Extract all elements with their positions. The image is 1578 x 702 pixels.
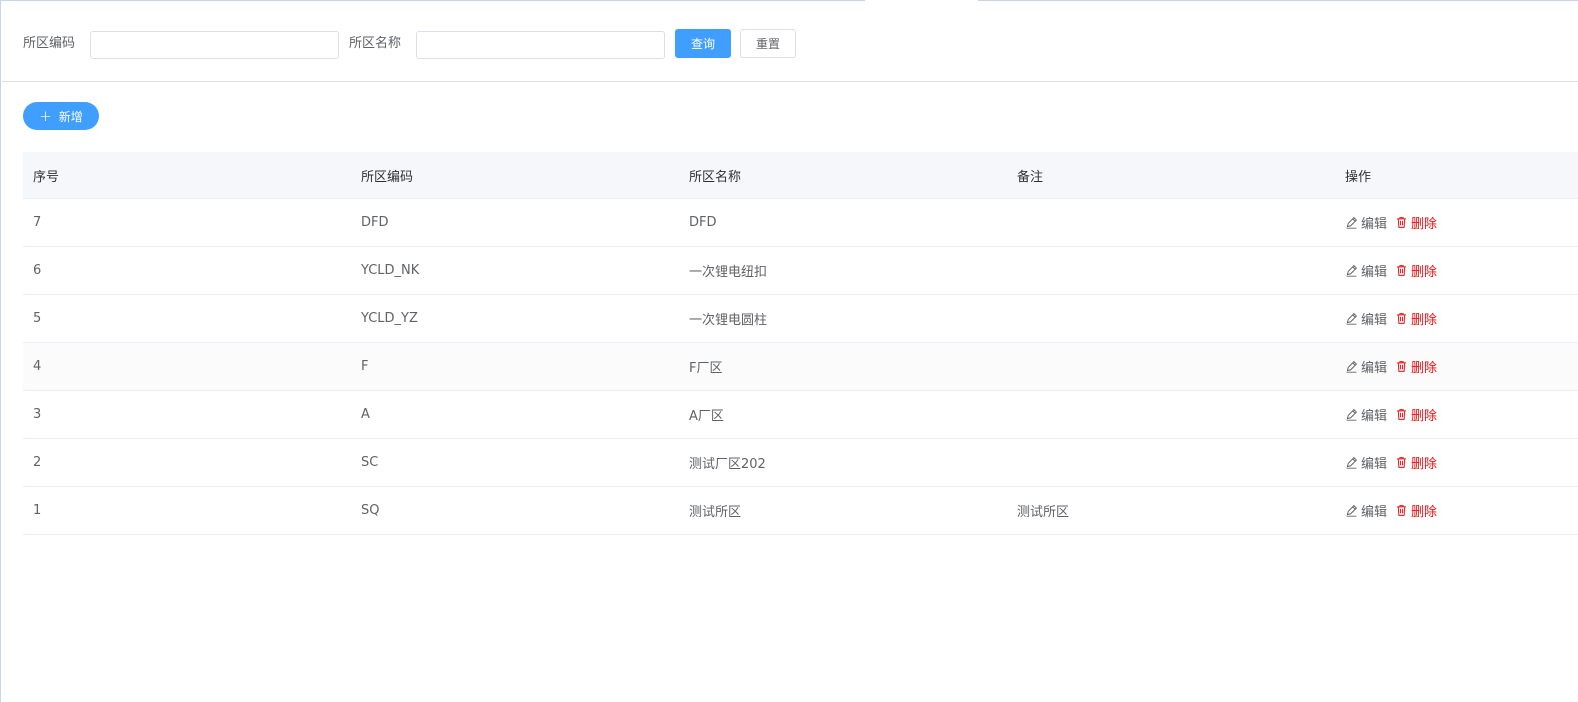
cell-actions: 编辑 删除	[1335, 309, 1578, 328]
column-header-index: 序号	[33, 169, 60, 185]
reset-button[interactable]: 重置	[740, 29, 796, 58]
column-header-code: 所区编码	[361, 169, 414, 185]
name-input[interactable]	[416, 31, 665, 59]
cell-actions: 编辑 删除	[1335, 213, 1578, 232]
cell-code: SC	[361, 455, 379, 470]
edit-label: 编辑	[1361, 313, 1388, 328]
trash-icon	[1397, 313, 1406, 324]
trash-icon	[1397, 217, 1406, 228]
code-label: 所区编码	[23, 36, 76, 51]
delete-button[interactable]: 删除	[1395, 453, 1437, 472]
search-form: 所区编码 所区名称 查询 重置	[2, 1, 1578, 82]
edit-icon	[1346, 312, 1358, 325]
edit-icon	[1346, 360, 1358, 373]
edit-button[interactable]: 编辑	[1345, 453, 1387, 472]
name-label: 所区名称	[349, 36, 402, 51]
cell-name: 一次锂电纽扣	[689, 265, 768, 280]
edit-button[interactable]: 编辑	[1345, 405, 1387, 424]
cell-code: SQ	[361, 503, 380, 518]
table-row: 6 YCLD_NK 一次锂电纽扣 编辑 删除	[23, 247, 1578, 295]
cell-name: 测试所区	[689, 505, 742, 520]
data-table: 序号 所区编码 所区名称 备注 操作 7 DFD DFD 编辑 删除 6 YCL…	[23, 152, 1578, 535]
table-row: 4 F F厂区 编辑 删除	[23, 343, 1578, 391]
edit-label: 编辑	[1361, 217, 1388, 232]
cell-code: DFD	[361, 215, 389, 230]
cell-actions: 编辑 删除	[1335, 357, 1578, 376]
plus-icon: +	[39, 106, 52, 125]
cell-code: YCLD_YZ	[361, 311, 418, 326]
edit-label: 编辑	[1361, 361, 1388, 376]
code-input[interactable]	[90, 31, 339, 59]
delete-label: 删除	[1411, 313, 1438, 328]
trash-icon	[1397, 409, 1406, 420]
table-row: 1 SQ 测试所区 测试所区 编辑 删除	[23, 487, 1578, 535]
cell-actions: 编辑 删除	[1335, 261, 1578, 280]
delete-label: 删除	[1411, 265, 1438, 280]
table-row: 2 SC 测试厂区202 编辑 删除	[23, 439, 1578, 487]
edit-button[interactable]: 编辑	[1345, 261, 1387, 280]
cell-name: 一次锂电圆柱	[689, 313, 768, 328]
edit-label: 编辑	[1361, 457, 1388, 472]
column-header-remark: 备注	[1017, 169, 1044, 185]
cell-code: A	[361, 407, 370, 422]
edit-icon	[1346, 408, 1358, 421]
cell-actions: 编辑 删除	[1335, 501, 1578, 520]
trash-icon	[1397, 505, 1406, 516]
column-header-actions: 操作	[1345, 169, 1372, 185]
add-button[interactable]: + 新增	[23, 102, 99, 130]
edit-button[interactable]: 编辑	[1345, 213, 1387, 232]
cell-actions: 编辑 删除	[1335, 453, 1578, 472]
table-row: 5 YCLD_YZ 一次锂电圆柱 编辑 删除	[23, 295, 1578, 343]
add-button-label: 新增	[58, 109, 83, 124]
delete-label: 删除	[1411, 409, 1438, 424]
edit-icon	[1346, 216, 1358, 229]
cell-index: 7	[33, 215, 42, 230]
edit-icon	[1346, 264, 1358, 277]
delete-label: 删除	[1411, 217, 1438, 232]
edit-label: 编辑	[1361, 409, 1388, 424]
cell-index: 4	[33, 359, 42, 374]
cell-name: 测试厂区202	[689, 457, 766, 472]
cell-name: F厂区	[689, 361, 723, 376]
query-button[interactable]: 查询	[675, 29, 731, 58]
cell-name: DFD	[689, 215, 717, 230]
cell-index: 6	[33, 263, 42, 278]
table-row: 3 A A厂区 编辑 删除	[23, 391, 1578, 439]
trash-icon	[1397, 265, 1406, 276]
edit-label: 编辑	[1361, 505, 1388, 520]
table-header: 序号 所区编码 所区名称 备注 操作	[23, 152, 1578, 199]
delete-button[interactable]: 删除	[1395, 501, 1437, 520]
delete-button[interactable]: 删除	[1395, 213, 1437, 232]
delete-button[interactable]: 删除	[1395, 357, 1437, 376]
edit-icon	[1346, 456, 1358, 469]
delete-label: 删除	[1411, 457, 1438, 472]
cell-code: F	[361, 359, 369, 374]
table-row: 7 DFD DFD 编辑 删除	[23, 199, 1578, 247]
cell-index: 1	[33, 503, 42, 518]
cell-name: A厂区	[689, 409, 724, 424]
delete-label: 删除	[1411, 361, 1438, 376]
page-frame: 所区编码 所区名称 查询 重置 + 新增 序号 所区编码 所区名称 备注 操作 …	[0, 0, 1578, 702]
column-header-name: 所区名称	[689, 169, 742, 185]
cell-actions: 编辑 删除	[1335, 405, 1578, 424]
edit-label: 编辑	[1361, 265, 1388, 280]
cell-index: 2	[33, 455, 42, 470]
delete-label: 删除	[1411, 505, 1438, 520]
cell-code: YCLD_NK	[361, 263, 420, 278]
trash-icon	[1397, 361, 1406, 372]
cell-remark: 测试所区	[1017, 505, 1070, 520]
delete-button[interactable]: 删除	[1395, 309, 1437, 328]
cell-index: 3	[33, 407, 42, 422]
edit-button[interactable]: 编辑	[1345, 357, 1387, 376]
edit-button[interactable]: 编辑	[1345, 309, 1387, 328]
trash-icon	[1397, 457, 1406, 468]
delete-button[interactable]: 删除	[1395, 261, 1437, 280]
delete-button[interactable]: 删除	[1395, 405, 1437, 424]
edit-icon	[1346, 504, 1358, 517]
edit-button[interactable]: 编辑	[1345, 501, 1387, 520]
cell-index: 5	[33, 311, 42, 326]
